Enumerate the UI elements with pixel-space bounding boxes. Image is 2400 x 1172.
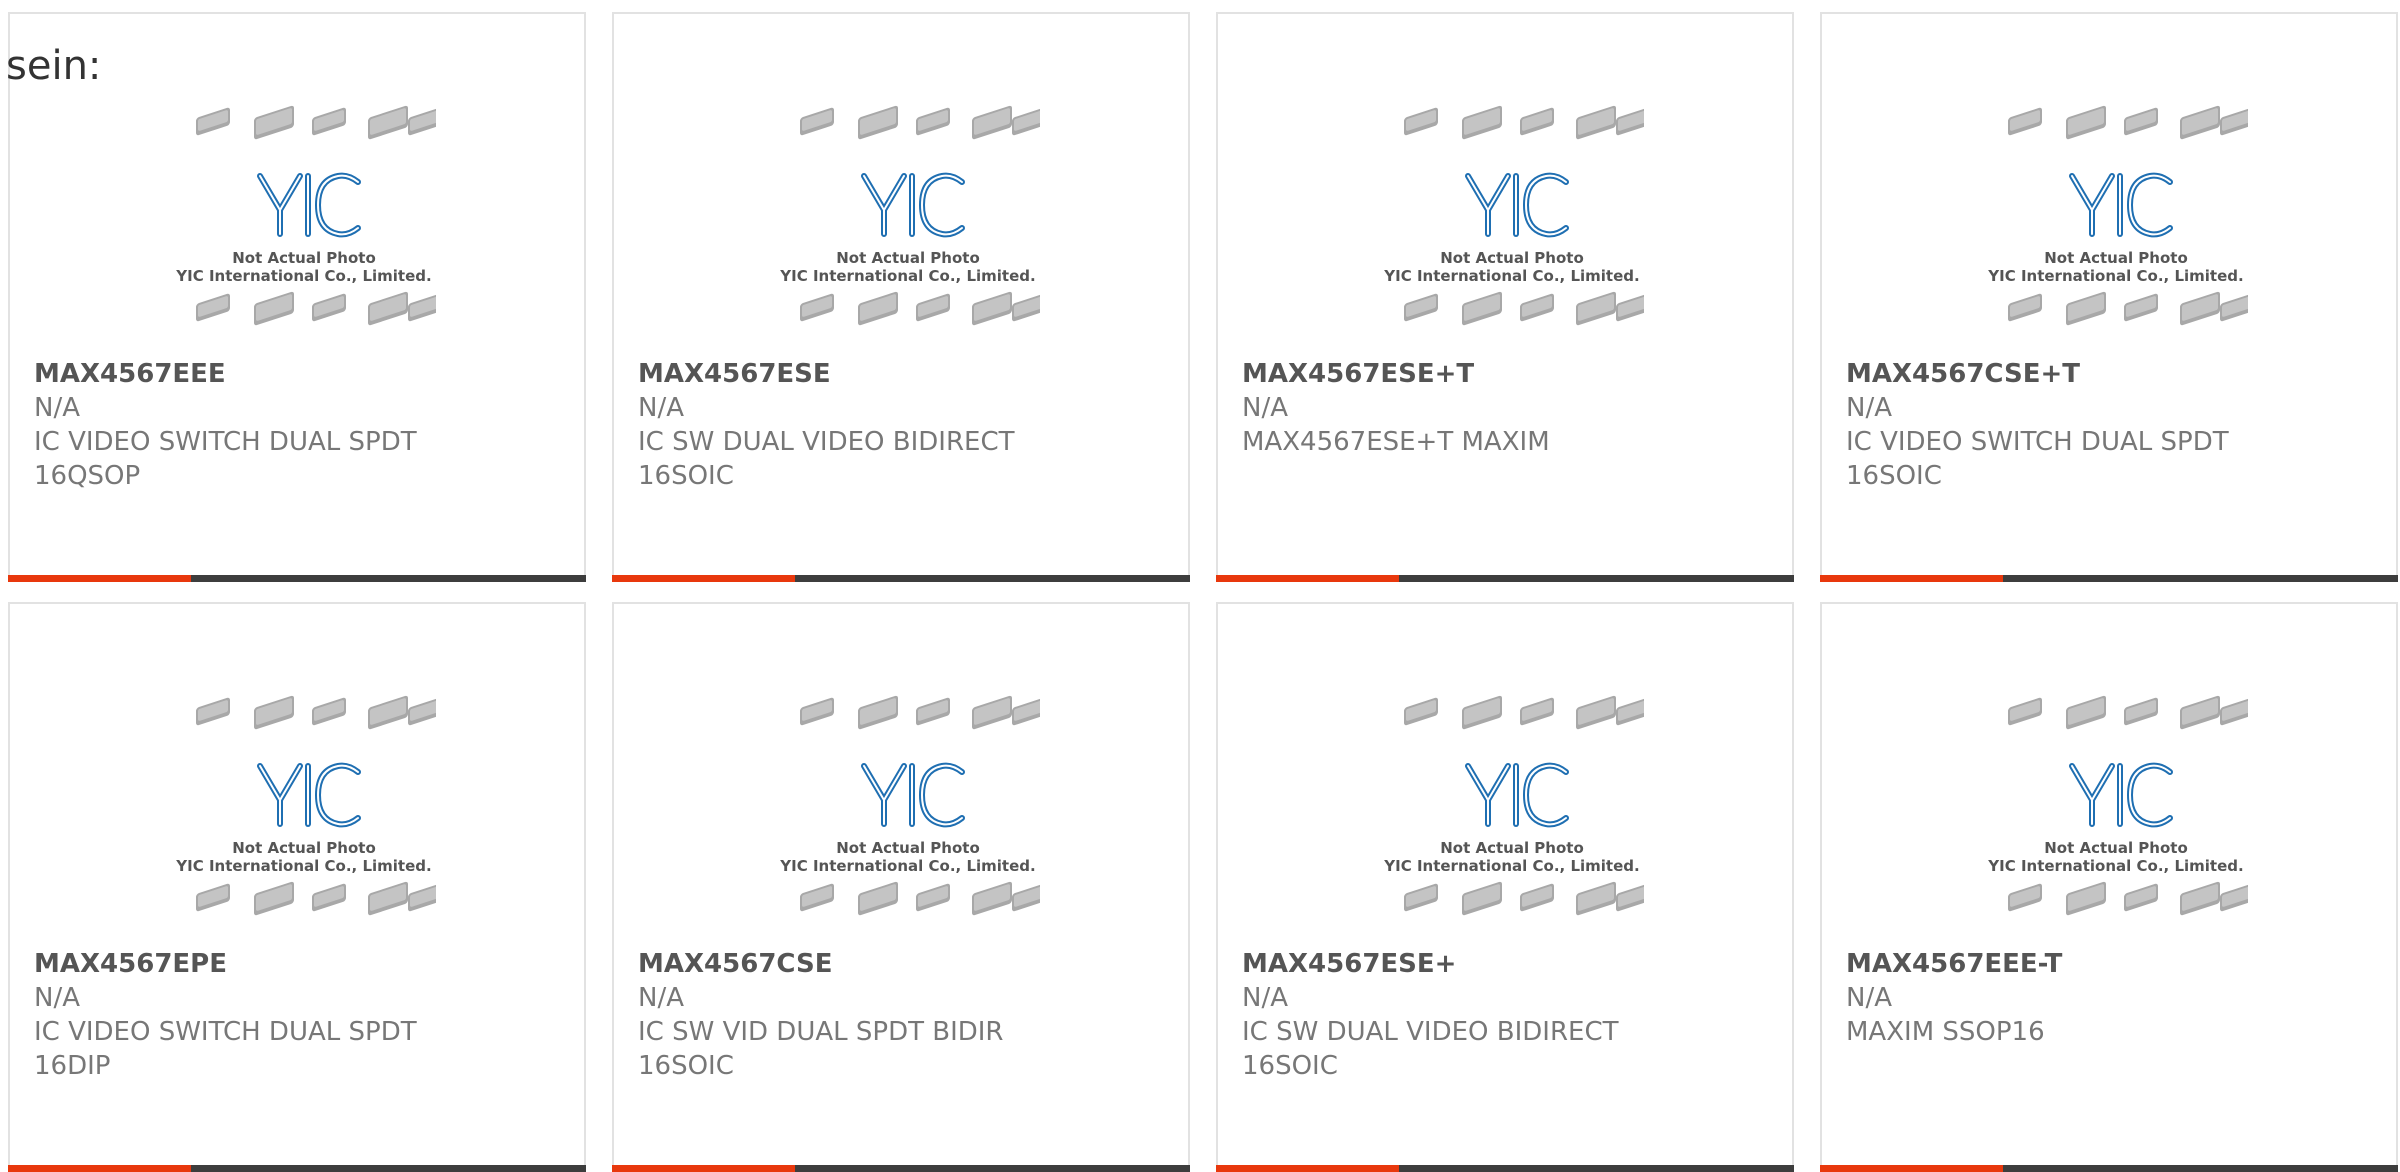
- svg-text:Not Actual Photo: Not Actual Photo: [2044, 839, 2188, 857]
- card-bottom-bar: [1216, 575, 1794, 582]
- card-bottom-bar: [612, 575, 1190, 582]
- product-part-number[interactable]: MAX4567EEE-T: [1846, 947, 2376, 981]
- product-card[interactable]: Not Actual Photo YIC International Co., …: [612, 12, 1190, 582]
- product-description: MAX4567ESE+T MAXIM: [1242, 427, 1550, 457]
- product-photo-placeholder: Not Actual Photo YIC International Co., …: [776, 104, 1040, 356]
- product-description: MAXIM SSOP16: [1846, 1017, 2045, 1047]
- svg-text:Not Actual Photo: Not Actual Photo: [232, 249, 376, 267]
- product-card[interactable]: Not Actual Photo YIC International Co., …: [612, 602, 1190, 1172]
- card-accent-bar: [1216, 575, 1399, 582]
- product-description: IC VIDEO SWITCH DUAL SPDT: [34, 1017, 417, 1047]
- product-card[interactable]: Not Actual Photo YIC International Co., …: [1820, 12, 2398, 582]
- product-card[interactable]: Not Actual Photo YIC International Co., …: [1216, 602, 1794, 1172]
- product-description: IC VIDEO SWITCH DUAL SPDT: [1846, 427, 2229, 457]
- product-part-number[interactable]: MAX4567CSE+T: [1846, 357, 2376, 391]
- product-info: MAX4567ESE N/A IC SW DUAL VIDEO BIDIRECT…: [638, 357, 1168, 493]
- card-accent-bar: [612, 1165, 795, 1172]
- svg-text:YIC International Co., Limited: YIC International Co., Limited.: [175, 267, 431, 285]
- product-photo-placeholder: Not Actual Photo YIC International Co., …: [1380, 104, 1644, 356]
- product-card[interactable]: Not Actual Photo YIC International Co., …: [8, 12, 586, 582]
- svg-text:Not Actual Photo: Not Actual Photo: [836, 839, 980, 857]
- product-info: MAX4567EEE N/A IC VIDEO SWITCH DUAL SPDT…: [34, 357, 564, 493]
- page-label: sein:: [6, 43, 102, 89]
- svg-text:YIC International Co., Limited: YIC International Co., Limited.: [1987, 857, 2243, 875]
- svg-text:YIC International Co., Limited: YIC International Co., Limited.: [779, 857, 1035, 875]
- card-bottom-bar: [8, 575, 586, 582]
- product-card[interactable]: Not Actual Photo YIC International Co., …: [1820, 602, 2398, 1172]
- product-info: MAX4567ESE+T N/A MAX4567ESE+T MAXIM: [1242, 357, 1772, 459]
- product-part-number[interactable]: MAX4567ESE+T: [1242, 357, 1772, 391]
- product-photo-placeholder: Not Actual Photo YIC International Co., …: [1984, 104, 2248, 356]
- svg-text:YIC International Co., Limited: YIC International Co., Limited.: [175, 857, 431, 875]
- product-package: 16DIP: [34, 1051, 111, 1081]
- product-description: IC SW VID DUAL SPDT BIDIR: [638, 1017, 1004, 1047]
- product-part-number[interactable]: MAX4567EEE: [34, 357, 564, 391]
- svg-text:Not Actual Photo: Not Actual Photo: [1440, 839, 1584, 857]
- product-part-number[interactable]: MAX4567ESE: [638, 357, 1168, 391]
- card-bottom-bar: [1216, 1165, 1794, 1172]
- product-photo-placeholder: Not Actual Photo YIC International Co., …: [172, 104, 436, 356]
- product-manufacturer: N/A: [34, 983, 80, 1013]
- product-info: MAX4567CSE+T N/A IC VIDEO SWITCH DUAL SP…: [1846, 357, 2376, 493]
- product-manufacturer: N/A: [638, 983, 684, 1013]
- product-info: MAX4567ESE+ N/A IC SW DUAL VIDEO BIDIREC…: [1242, 947, 1772, 1083]
- product-manufacturer: N/A: [1846, 983, 1892, 1013]
- product-manufacturer: N/A: [34, 393, 80, 423]
- card-accent-bar: [1820, 575, 2003, 582]
- product-package: 16SOIC: [1242, 1051, 1338, 1081]
- card-bottom-bar: [1820, 575, 2398, 582]
- product-manufacturer: N/A: [1242, 393, 1288, 423]
- product-part-number[interactable]: MAX4567ESE+: [1242, 947, 1772, 981]
- product-part-number[interactable]: MAX4567CSE: [638, 947, 1168, 981]
- card-bottom-bar: [8, 1165, 586, 1172]
- product-photo-placeholder: Not Actual Photo YIC International Co., …: [776, 694, 1040, 946]
- product-info: MAX4567EEE-T N/A MAXIM SSOP16: [1846, 947, 2376, 1049]
- product-manufacturer: N/A: [1846, 393, 1892, 423]
- product-info: MAX4567CSE N/A IC SW VID DUAL SPDT BIDIR…: [638, 947, 1168, 1083]
- product-description: IC SW DUAL VIDEO BIDIRECT: [638, 427, 1015, 457]
- card-accent-bar: [612, 575, 795, 582]
- svg-text:Not Actual Photo: Not Actual Photo: [2044, 249, 2188, 267]
- product-package: 16QSOP: [34, 461, 141, 491]
- product-photo-placeholder: Not Actual Photo YIC International Co., …: [1984, 694, 2248, 946]
- svg-text:Not Actual Photo: Not Actual Photo: [1440, 249, 1584, 267]
- product-package: 16SOIC: [1846, 461, 1942, 491]
- svg-text:YIC International Co., Limited: YIC International Co., Limited.: [1383, 267, 1639, 285]
- product-manufacturer: N/A: [638, 393, 684, 423]
- card-bottom-bar: [1820, 1165, 2398, 1172]
- card-accent-bar: [1820, 1165, 2003, 1172]
- card-accent-bar: [8, 575, 191, 582]
- svg-text:YIC International Co., Limited: YIC International Co., Limited.: [1987, 267, 2243, 285]
- product-package: 16SOIC: [638, 1051, 734, 1081]
- svg-text:YIC International Co., Limited: YIC International Co., Limited.: [1383, 857, 1639, 875]
- product-manufacturer: N/A: [1242, 983, 1288, 1013]
- product-photo-placeholder: Not Actual Photo YIC International Co., …: [1380, 694, 1644, 946]
- card-accent-bar: [1216, 1165, 1399, 1172]
- product-info: MAX4567EPE N/A IC VIDEO SWITCH DUAL SPDT…: [34, 947, 564, 1083]
- product-package: 16SOIC: [638, 461, 734, 491]
- product-part-number[interactable]: MAX4567EPE: [34, 947, 564, 981]
- product-description: IC VIDEO SWITCH DUAL SPDT: [34, 427, 417, 457]
- product-card[interactable]: Not Actual Photo YIC International Co., …: [1216, 12, 1794, 582]
- product-description: IC SW DUAL VIDEO BIDIRECT: [1242, 1017, 1619, 1047]
- product-card[interactable]: Not Actual Photo YIC International Co., …: [8, 602, 586, 1172]
- product-grid: Not Actual Photo YIC International Co., …: [0, 0, 2400, 1172]
- product-photo-placeholder: Not Actual Photo YIC International Co., …: [172, 694, 436, 946]
- card-bottom-bar: [612, 1165, 1190, 1172]
- card-accent-bar: [8, 1165, 191, 1172]
- svg-text:Not Actual Photo: Not Actual Photo: [836, 249, 980, 267]
- svg-text:YIC International Co., Limited: YIC International Co., Limited.: [779, 267, 1035, 285]
- svg-text:Not Actual Photo: Not Actual Photo: [232, 839, 376, 857]
